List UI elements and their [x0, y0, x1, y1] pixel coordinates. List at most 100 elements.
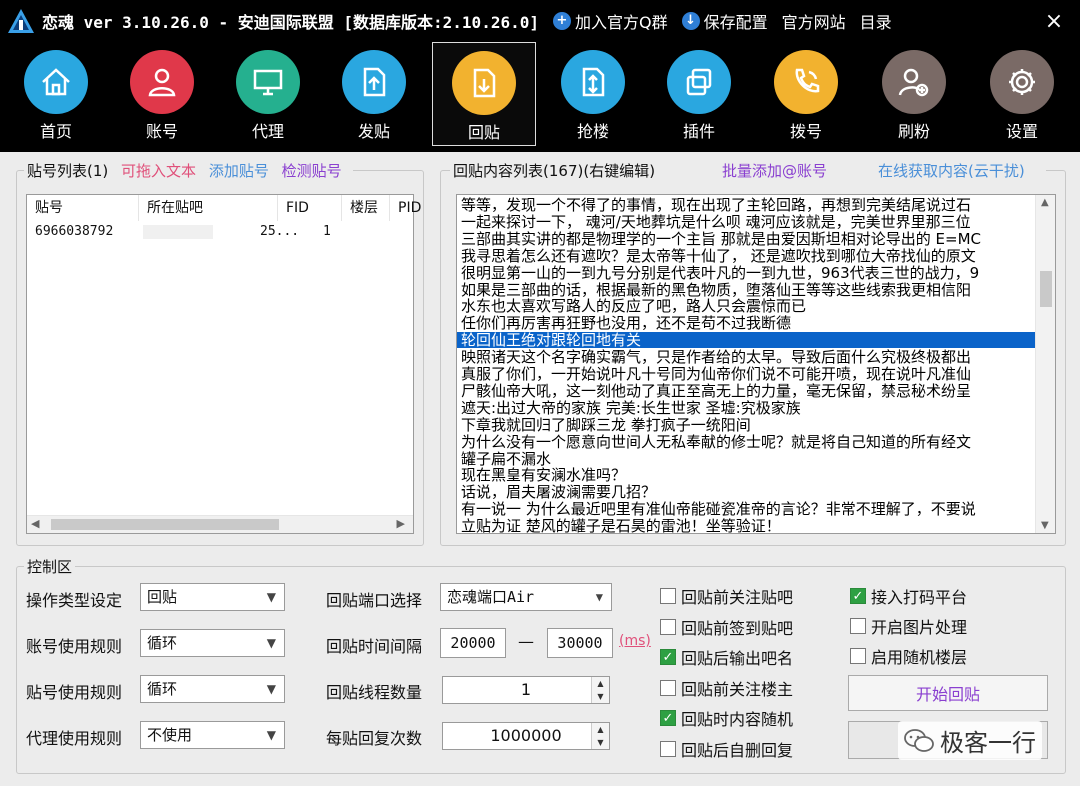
column-header-floor[interactable]: 楼层	[342, 195, 390, 221]
option-checkbox[interactable]: ✓ 回贴后输出吧名	[660, 645, 793, 669]
vertical-scrollbar[interactable]: ▲ ▼	[1035, 195, 1055, 533]
scroll-right-icon[interactable]: ▶	[397, 517, 405, 530]
reply-port-select[interactable]: 恋魂端口Air ▼	[440, 583, 612, 611]
tool-home-label: 首页	[39, 122, 72, 141]
list-item[interactable]: 三部曲其实讲的都是物理学的一个主旨 那就是由爱因斯坦相对论导出的 E=MC	[461, 231, 981, 247]
checkbox-label: 回贴后输出吧名	[681, 649, 794, 668]
directory-link[interactable]: 目录	[860, 9, 892, 33]
tool-account-button[interactable]: 账号	[110, 42, 214, 146]
tool-dial-button[interactable]: 拨号	[754, 42, 858, 146]
scrollbar-thumb[interactable]	[1040, 271, 1052, 307]
checkbox-icon[interactable]	[660, 618, 676, 635]
save-config-link[interactable]: ↓ 保存配置	[681, 9, 768, 33]
proxy-rule-select[interactable]: 不使用 ▼	[140, 721, 285, 749]
tool-settings-label: 设置	[1005, 122, 1038, 141]
list-item[interactable]: 真服了你们，一开始说叶凡十号同为仙帝你们说不可能开喷，现在说叶凡准仙	[461, 366, 971, 382]
interval-min-input[interactable]: 20000	[440, 628, 506, 658]
account-table[interactable]: 贴号 所在贴吧 FID 楼层 PID 6966038792 25... 1 ◀ …	[26, 194, 421, 534]
option-checkbox[interactable]: 回贴后自删回复	[660, 737, 793, 761]
list-item[interactable]: 有一说一 为什么最近吧里有准仙帝能碰瓷准帝的言论？非常不理解了，不要说	[461, 501, 976, 517]
tool-home-button[interactable]: 首页	[4, 42, 108, 146]
option-checkbox[interactable]: ✓ 回贴时内容随机	[660, 706, 793, 730]
account-panel-header: 贴号列表(1) 可拖入文本 添加贴号 检测贴号	[24, 160, 353, 181]
monitor-icon	[236, 50, 300, 114]
list-item[interactable]: 尸骸仙帝大吼，这一刻他动了真正至高无上的力量，毫无保留，禁忌秘术纷呈	[461, 383, 971, 399]
list-item[interactable]: 现在黑皇有安澜水准吗？	[461, 467, 626, 483]
list-item[interactable]: 很明显第一山的一到九号分别是代表叶凡的一到九世，963代表三世的战力，9	[461, 265, 979, 281]
fetch-online-content-link[interactable]: 在线获取内容(云干扰)	[878, 160, 1025, 181]
column-header-account[interactable]: 贴号	[27, 195, 139, 221]
option-checkbox[interactable]: 启用随机楼层	[850, 644, 967, 668]
list-item[interactable]: 话说，眉夫屠波澜需要几招？	[461, 484, 656, 500]
list-item[interactable]: 遮天:出过大帝的家族 完美:长生世家 圣墟:究极家族	[461, 400, 801, 416]
column-header-forum[interactable]: 所在贴吧	[139, 195, 278, 221]
option-checkbox[interactable]: 回贴前签到贴吧	[660, 615, 793, 639]
checkbox-icon[interactable]	[660, 740, 676, 757]
replies-per-post-stepper[interactable]: 1000000 ▲ ▼	[442, 722, 610, 750]
operation-type-select[interactable]: 回贴 ▼	[140, 583, 285, 611]
checkmark-icon[interactable]: ✓	[660, 649, 676, 665]
list-item[interactable]: 为什么没有一个愿意向世间人无私奉献的修士呢？就是将自己知道的所有经文	[461, 434, 971, 450]
tool-reply-button[interactable]: 回贴	[432, 42, 536, 146]
post-rule-select[interactable]: 循环 ▼	[140, 675, 285, 703]
tool-post-button[interactable]: 发贴	[322, 42, 426, 146]
selected-list-item[interactable]: 轮回仙王绝对跟轮回地有关	[457, 332, 1035, 349]
list-item[interactable]: 任你们再厉害再狂野也没用，还不是苟不过我断德	[461, 315, 791, 331]
list-item[interactable]: 我寻思着怎么还有遮吹？是太帝等十仙了， 还是遮吹找到哪位大帝找仙的原文	[461, 248, 976, 264]
checkbox-label: 回贴时内容随机	[681, 710, 794, 729]
checkmark-icon[interactable]: ✓	[850, 588, 866, 604]
interval-max-input[interactable]: 30000	[547, 628, 613, 658]
reply-content-list[interactable]: 等等，发现一个不得了的事情，现在出现了主轮回路，再想到完美结尾说过石 一起来探讨一…	[456, 194, 1056, 534]
app-logo-icon	[8, 9, 34, 33]
main-toolbar: 首页 账号 代理 发贴 回贴 抢楼 插件 拨号 刷粉 设置	[0, 42, 1080, 152]
scroll-up-icon[interactable]: ▲	[1041, 197, 1049, 208]
list-item[interactable]: 水东也太喜欢写路人的反应了吧，路人只会震惊而已	[461, 298, 806, 314]
list-item[interactable]: 等等，发现一个不得了的事情，现在出现了主轮回路，再想到完美结尾说过石	[461, 197, 971, 213]
horizontal-scrollbar[interactable]: ◀ ▶	[27, 515, 413, 533]
tool-fans-button[interactable]: 刷粉	[862, 42, 966, 146]
close-icon[interactable]: ×	[1042, 9, 1066, 34]
upload-icon	[342, 50, 406, 114]
list-item[interactable]: 映照诸天这个名字确实霸气，只是作者给的太早。导致后面什么究极终极都出	[461, 349, 971, 365]
checkbox-icon[interactable]	[660, 679, 676, 696]
official-site-link[interactable]: 官方网站	[782, 9, 846, 33]
scrollbar-thumb[interactable]	[51, 519, 279, 530]
scroll-left-icon[interactable]: ◀	[31, 517, 39, 530]
column-header-pid[interactable]: PID	[390, 195, 430, 221]
table-row-account[interactable]: 6966038792	[27, 221, 113, 243]
batch-add-mention-link[interactable]: 批量添加@账号	[722, 160, 827, 181]
tool-grab-floor-button[interactable]: 抢楼	[541, 42, 645, 146]
start-reply-button[interactable]: 开始回贴	[848, 675, 1048, 711]
add-account-link[interactable]: 添加贴号	[209, 162, 269, 180]
column-header-fid[interactable]: FID	[278, 195, 342, 221]
stepper-arrows-icon[interactable]: ▲ ▼	[591, 723, 609, 749]
replies-per-post-value: 1000000	[490, 726, 562, 745]
list-item[interactable]: 罐子扁不漏水	[461, 451, 551, 467]
checkbox-icon[interactable]	[660, 588, 676, 604]
option-checkbox[interactable]: 回贴前关注楼主	[660, 676, 793, 700]
list-item[interactable]: 如果是三部曲的话，根据最新的黑色物质，堕落仙王等等这些线索我更相信阳	[461, 282, 971, 298]
checkmark-icon[interactable]: ✓	[660, 710, 676, 726]
table-row-fid: 25...	[260, 224, 300, 239]
option-checkbox[interactable]: 回贴前关注贴吧	[660, 584, 793, 608]
list-item[interactable]: 下章我就回归了脚踩三龙 拳打疯子一统阳间	[461, 417, 751, 433]
scroll-down-icon[interactable]: ▼	[1041, 520, 1049, 531]
thread-count-stepper[interactable]: 1 ▲ ▼	[442, 676, 610, 704]
list-item[interactable]: 一起来探讨一下， 魂河/天地葬坑是什么呗 魂河应该就是，完美世界里那三位	[461, 214, 971, 230]
checkbox-icon[interactable]	[850, 618, 866, 634]
reply-port-label: 回贴端口选择	[326, 591, 423, 610]
list-item[interactable]: 立贴为证 楚风的罐子是石昊的雷池！坐等验证！	[461, 518, 781, 533]
table-row-floor: 1	[323, 224, 331, 239]
option-checkbox[interactable]: ✓ 接入打码平台	[850, 584, 967, 608]
tool-plugin-button[interactable]: 插件	[647, 42, 751, 146]
tool-proxy-button[interactable]: 代理	[216, 42, 320, 146]
option-checkbox[interactable]: 开启图片处理	[850, 614, 967, 638]
tool-settings-button[interactable]: 设置	[970, 42, 1074, 146]
interval-separator: —	[518, 632, 534, 651]
account-rule-select[interactable]: 循环 ▼	[140, 629, 285, 657]
join-qq-group-link[interactable]: + 加入官方Q群	[553, 9, 668, 33]
drag-text-link[interactable]: 可拖入文本	[121, 162, 196, 180]
stepper-arrows-icon[interactable]: ▲ ▼	[591, 677, 609, 703]
check-account-link[interactable]: 检测贴号	[282, 162, 342, 180]
checkbox-icon[interactable]	[850, 648, 866, 664]
